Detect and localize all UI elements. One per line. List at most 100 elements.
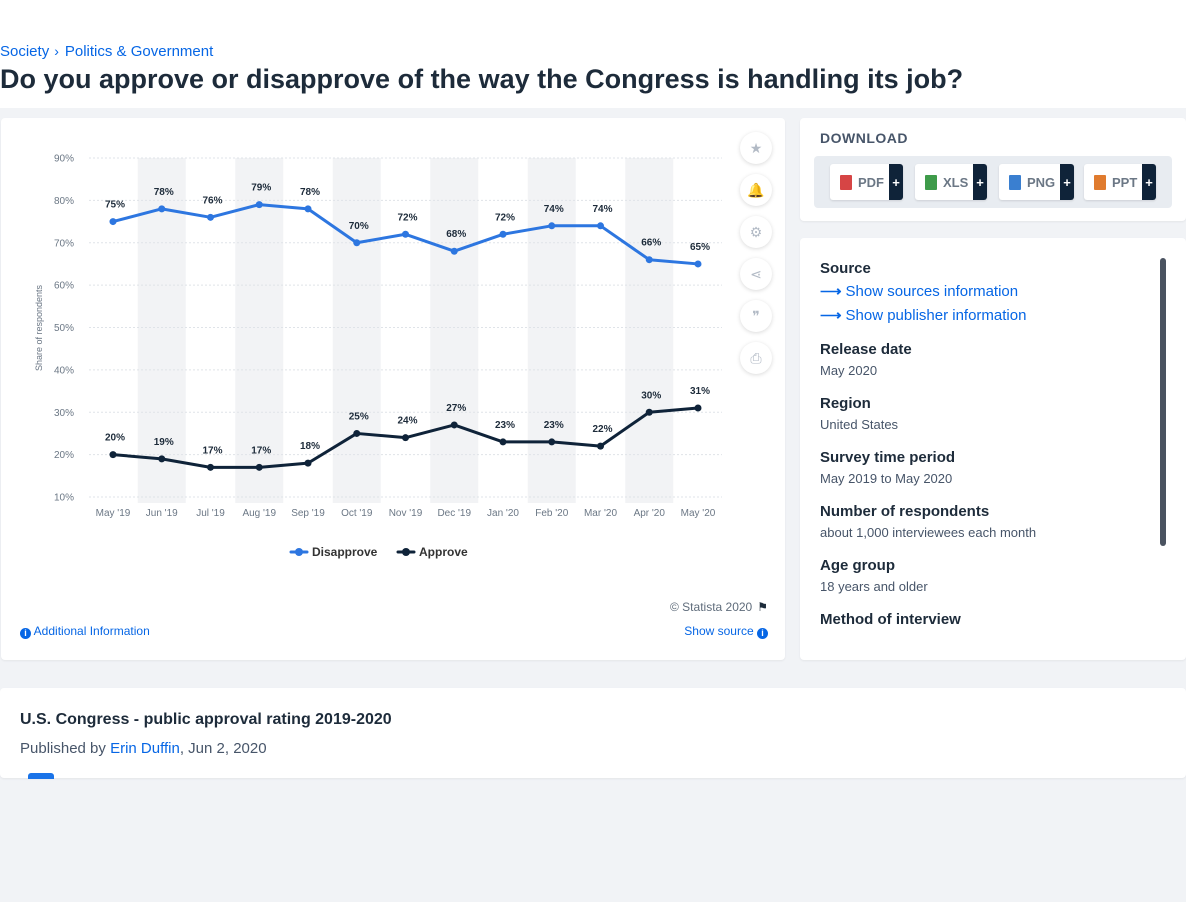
data-label: 72% — [397, 212, 417, 223]
show-publisher-link[interactable]: ⟶ Show publisher information — [820, 306, 1150, 324]
published-by: Published by Erin Duffin, Jun 2, 2020 — [20, 740, 267, 757]
additional-information-link[interactable]: i Additional Information — [20, 624, 150, 639]
show-source-link[interactable]: Show source i — [684, 624, 768, 639]
data-label: 70% — [349, 221, 369, 232]
download-png-button[interactable]: PNG + — [999, 164, 1074, 200]
data-point — [255, 201, 263, 209]
data-label: 20% — [105, 433, 125, 444]
copyright-text: © Statista 2020 — [670, 600, 753, 614]
x-tick-label: May '20 — [681, 508, 716, 519]
age-group-value: 18 years and older — [820, 579, 928, 594]
info-icon: i — [20, 628, 31, 639]
data-label: 30% — [641, 390, 661, 401]
download-pdf-label: PDF — [858, 174, 884, 190]
download-title: DOWNLOAD — [820, 130, 908, 146]
data-point — [450, 247, 458, 255]
column-shading — [332, 158, 381, 503]
data-point — [402, 230, 409, 238]
additional-information-label: Additional Information — [33, 624, 150, 638]
png-file-icon — [1009, 174, 1021, 190]
download-xls-button[interactable]: XLS + — [915, 164, 987, 200]
data-point — [109, 451, 117, 459]
published-date: , Jun 2, 2020 — [179, 740, 267, 757]
data-label: 18% — [300, 441, 320, 452]
download-xls-label: XLS — [943, 174, 969, 190]
y-tick-label: 20% — [54, 450, 74, 461]
survey-period-value: May 2019 to May 2020 — [820, 471, 953, 486]
xls-file-icon — [925, 174, 937, 190]
gear-icon[interactable]: ⚙ — [740, 216, 772, 248]
print-icon[interactable]: ⎙ — [740, 342, 772, 374]
data-point — [109, 218, 117, 226]
data-point — [158, 205, 166, 213]
line-chart: 90% 80% 70% 60% 50% 40% 30% 20% 10% Share of resp… — [34, 154, 722, 559]
y-tick-label: 40% — [54, 365, 74, 376]
chart-card: 90% 80% 70% 60% 50% 40% 30% 20% 10% Share of resp… — [1, 118, 785, 660]
y-tick-label: 80% — [54, 196, 74, 207]
quote-icon[interactable]: ❞ — [740, 300, 772, 332]
data-label: 66% — [641, 238, 661, 249]
show-publisher-label: Show publisher information — [845, 307, 1027, 324]
data-point — [255, 463, 263, 471]
data-label: 78% — [300, 187, 320, 198]
survey-period-heading: Survey time period — [820, 449, 956, 466]
info-icon: i — [757, 628, 768, 639]
tab-indicator[interactable] — [28, 773, 54, 779]
data-label: 65% — [690, 242, 710, 253]
legend-label: Approve — [419, 545, 468, 559]
data-label: 31% — [690, 386, 710, 397]
data-point — [304, 459, 312, 467]
y-tick-label: 70% — [54, 238, 74, 249]
data-label: 24% — [397, 416, 417, 427]
flag-icon[interactable]: ⚑ — [757, 600, 768, 614]
copyright: © Statista 2020 ⚑ — [670, 600, 768, 614]
details-scrollbar[interactable] — [1160, 258, 1166, 546]
scrollbar-thumb[interactable] — [1160, 258, 1166, 546]
data-point — [597, 222, 604, 230]
download-card: DOWNLOAD PDF + XLS + PNG + PPT + — [800, 118, 1186, 221]
plus-icon: + — [889, 164, 903, 200]
y-axis-label: Share of respondents — [34, 284, 44, 371]
column-shading — [430, 158, 479, 503]
column-shading — [625, 158, 674, 503]
data-point — [207, 463, 214, 471]
show-sources-label: Show sources information — [845, 283, 1019, 300]
ppt-file-icon — [1094, 174, 1106, 190]
show-sources-link[interactable]: ⟶ Show sources information — [820, 282, 1150, 300]
x-tick-label: Jan '20 — [487, 508, 519, 519]
respondents-heading: Number of respondents — [820, 503, 990, 520]
breadcrumb-politics[interactable]: Politics & Government — [65, 43, 213, 60]
author-link[interactable]: Erin Duffin — [110, 740, 180, 757]
arrow-right-icon: ⟶ — [820, 283, 842, 300]
data-point — [402, 434, 409, 442]
data-point — [499, 438, 507, 446]
download-ppt-button[interactable]: PPT + — [1084, 164, 1156, 200]
age-group-heading: Age group — [820, 557, 895, 574]
data-point — [499, 230, 507, 238]
download-pdf-button[interactable]: PDF + — [830, 164, 903, 200]
data-point — [158, 455, 166, 463]
data-label: 27% — [446, 403, 466, 414]
y-tick-label: 10% — [54, 493, 74, 504]
data-point — [353, 239, 361, 247]
data-point — [304, 205, 312, 213]
plus-icon: + — [1142, 164, 1156, 200]
region-value: United States — [820, 417, 899, 432]
published-prefix: Published by — [20, 740, 106, 757]
share-icon[interactable]: ⋖ — [740, 258, 772, 290]
download-ppt-label: PPT — [1112, 174, 1138, 190]
show-source-label: Show source — [684, 624, 754, 638]
bell-icon[interactable]: 🔔 — [740, 174, 772, 206]
breadcrumb-separator: › — [54, 43, 59, 59]
breadcrumb-society[interactable]: Society — [0, 43, 49, 60]
data-point — [548, 222, 556, 230]
y-tick-label: 60% — [54, 281, 74, 292]
plus-icon: + — [973, 164, 987, 200]
data-point — [645, 408, 653, 416]
x-tick-label: Feb '20 — [535, 508, 568, 519]
data-point — [207, 213, 214, 221]
details-list: Source ⟶ Show sources information ⟶ Show p… — [820, 260, 1150, 645]
star-icon[interactable]: ★ — [740, 132, 772, 164]
data-point — [645, 256, 653, 264]
download-bar: PDF + XLS + PNG + PPT + — [814, 156, 1172, 208]
